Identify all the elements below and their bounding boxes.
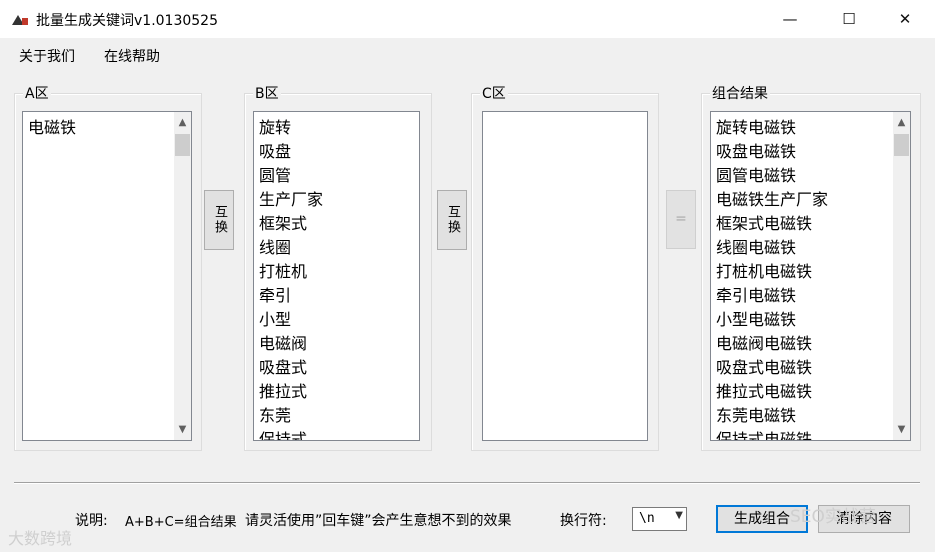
separator [14,482,920,484]
list-c[interactable] [482,111,648,441]
list-item[interactable]: 小型 [259,308,415,332]
list-item[interactable]: 旋转电磁铁 [716,116,892,140]
hint-text: 请灵活使用”回车键”会产生意想不到的效果 [245,513,512,529]
list-item[interactable]: 电磁阀 [259,332,415,356]
list-item[interactable]: 东莞电磁铁 [716,404,892,428]
group-result-label: 组合结果 [710,83,770,103]
list-item[interactable]: 电磁阀电磁铁 [716,332,892,356]
maximize-button[interactable]: ☐ [826,0,872,38]
list-item[interactable]: 生产厂家 [259,188,415,212]
watermark-right: SEO实战营 [790,507,876,527]
newline-select-value: \n [639,511,655,526]
group-a-label: A区 [23,83,51,103]
list-item[interactable]: 电磁铁 [28,116,173,140]
scroll-down-icon[interactable]: ▼ [893,421,910,438]
app-icon [12,15,28,25]
group-result: 组合结果 旋转电磁铁 吸盘电磁铁 圆管电磁铁 电磁铁生产厂家 框架式电磁铁 线圈电磁铁 打桩… [701,83,921,451]
list-item[interactable]: 牵引 [259,284,415,308]
list-b-items: 旋转 吸盘 圆管 生产厂家 框架式 线圈 打桩机 牵引 小型 电磁阀 吸盘式 推拉式 东莞 保持式 [259,116,415,440]
menu-about-us[interactable]: 关于我们 [19,46,75,66]
newline-label: 换行符: [560,513,607,529]
list-item[interactable]: 牵引电磁铁 [716,284,892,308]
list-item[interactable]: 框架式 [259,212,415,236]
menu-online-help[interactable]: 在线帮助 [104,46,160,66]
list-item[interactable]: 推拉式 [259,380,415,404]
scroll-thumb[interactable] [175,134,190,156]
swap-ab-button[interactable]: 互换 [204,190,234,250]
scroll-thumb[interactable] [894,134,909,156]
list-a-scrollbar[interactable]: ▲ ▼ [174,112,191,440]
description-label: 说明: [75,513,108,529]
list-item[interactable]: 旋转 [259,116,415,140]
list-item[interactable]: 打桩机电磁铁 [716,260,892,284]
list-item[interactable]: 电磁铁生产厂家 [716,188,892,212]
scroll-up-icon[interactable]: ▲ [174,114,191,131]
list-item[interactable]: 线圈 [259,236,415,260]
formula-text: A+B+C=组合结果 [125,515,237,530]
list-item[interactable]: 打桩机 [259,260,415,284]
list-item[interactable]: 保持式电磁铁 [716,428,892,440]
list-result-scrollbar[interactable]: ▲ ▼ [893,112,910,440]
list-item[interactable]: 圆管 [259,164,415,188]
group-c: C区 [471,83,659,451]
list-item[interactable]: 吸盘式 [259,356,415,380]
group-a: A区 电磁铁 ▲ ▼ [14,83,202,451]
list-item[interactable]: 保持式 [259,428,415,440]
group-b-label: B区 [253,83,281,103]
menu-bar: 关于我们 在线帮助 [0,38,935,70]
list-item[interactable]: 推拉式电磁铁 [716,380,892,404]
list-a[interactable]: 电磁铁 ▲ ▼ [22,111,192,441]
list-result-items: 旋转电磁铁 吸盘电磁铁 圆管电磁铁 电磁铁生产厂家 框架式电磁铁 线圈电磁铁 打桩机电磁铁牵… [716,116,892,440]
close-button[interactable]: ✕ [882,0,928,38]
list-item[interactable]: 圆管电磁铁 [716,164,892,188]
list-item[interactable]: 吸盘式电磁铁 [716,356,892,380]
group-b: B区 旋转 吸盘 圆管 生产厂家 框架式 线圈 打桩机 牵引 小型 电磁阀 吸盘式 推拉式 东莞 保持式 [244,83,432,451]
list-item[interactable]: 东莞 [259,404,415,428]
list-item[interactable]: 吸盘电磁铁 [716,140,892,164]
equals-button[interactable]: = [666,190,696,249]
list-item[interactable]: 框架式电磁铁 [716,212,892,236]
newline-select[interactable]: \n ▼ [632,507,687,531]
chevron-down-icon[interactable]: ▼ [675,510,683,521]
list-b[interactable]: 旋转 吸盘 圆管 生产厂家 框架式 线圈 打桩机 牵引 小型 电磁阀 吸盘式 推拉式 东莞 保持式 [253,111,420,441]
list-item[interactable]: 小型电磁铁 [716,308,892,332]
list-a-items: 电磁铁 [28,116,173,140]
list-item[interactable]: 吸盘 [259,140,415,164]
group-c-label: C区 [480,83,508,103]
list-item[interactable]: 线圈电磁铁 [716,236,892,260]
window-title: 批量生成关键词v1.0130525 [36,13,218,29]
scroll-down-icon[interactable]: ▼ [174,421,191,438]
minimize-button[interactable]: — [767,0,813,38]
scroll-up-icon[interactable]: ▲ [893,114,910,131]
swap-bc-button[interactable]: 互换 [437,190,467,250]
watermark-left: 大数跨境 [8,529,73,548]
list-result[interactable]: 旋转电磁铁 吸盘电磁铁 圆管电磁铁 电磁铁生产厂家 框架式电磁铁 线圈电磁铁 打桩机电磁铁牵… [710,111,911,441]
title-bar: 批量生成关键词v1.0130525 — ☐ ✕ [0,0,935,38]
